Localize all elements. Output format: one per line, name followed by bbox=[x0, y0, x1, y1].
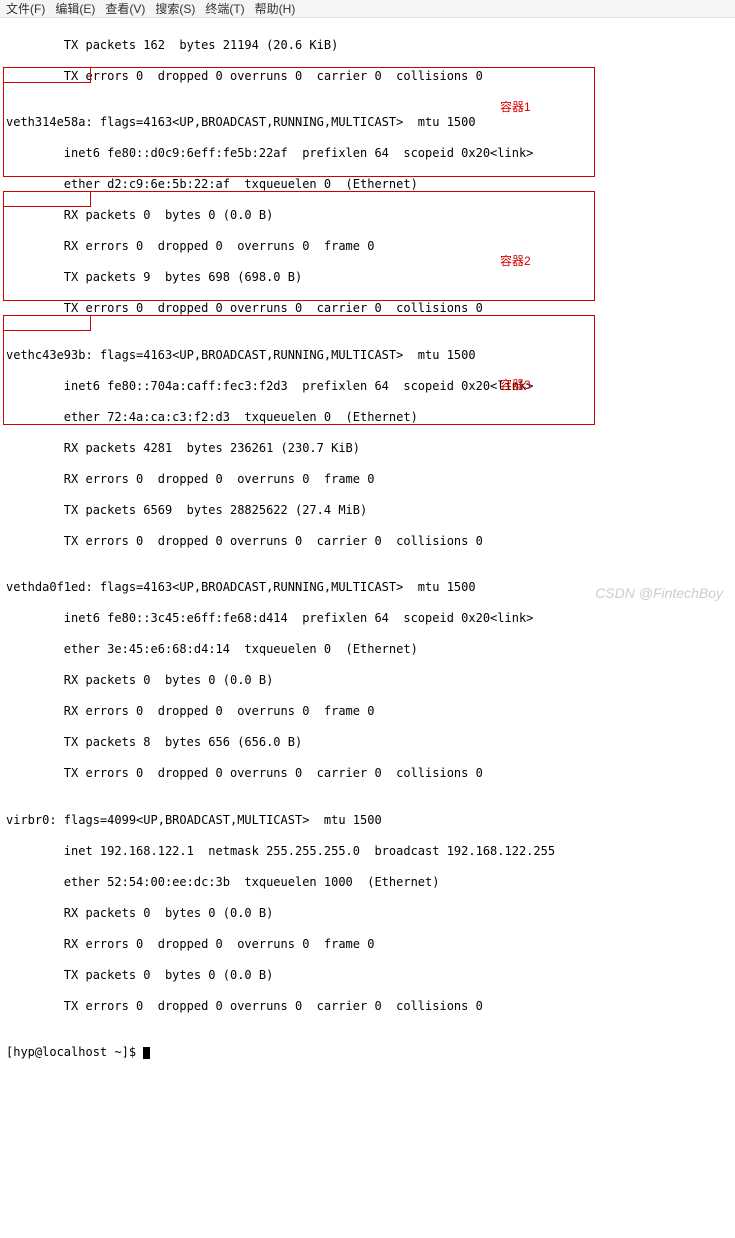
output-line: ether 3e:45:e6:68:d4:14 txqueuelen 0 (Et… bbox=[6, 642, 729, 658]
annotation-ifname-box-3 bbox=[3, 315, 91, 331]
annotation-box-3 bbox=[3, 315, 595, 425]
output-line: ether d2:c9:6e:5b:22:af txqueuelen 0 (Et… bbox=[6, 177, 729, 193]
annotation-label-2: 容器2 bbox=[500, 254, 531, 270]
output-line: RX errors 0 dropped 0 overruns 0 frame 0 bbox=[6, 239, 729, 255]
output-line: vethda0f1ed: flags=4163<UP,BROADCAST,RUN… bbox=[6, 580, 729, 596]
output-line: ether 72:4a:ca:c3:f2:d3 txqueuelen 0 (Et… bbox=[6, 410, 729, 426]
output-line: TX errors 0 dropped 0 overruns 0 carrier… bbox=[6, 999, 729, 1015]
output-line: ether 52:54:00:ee:dc:3b txqueuelen 1000 … bbox=[6, 875, 729, 891]
menu-search[interactable]: 搜索(S) bbox=[155, 0, 195, 17]
output-line: TX errors 0 dropped 0 overruns 0 carrier… bbox=[6, 534, 729, 550]
menu-help[interactable]: 帮助(H) bbox=[255, 0, 296, 17]
output-line: RX errors 0 dropped 0 overruns 0 frame 0 bbox=[6, 937, 729, 953]
output-line: virbr0: flags=4099<UP,BROADCAST,MULTICAS… bbox=[6, 813, 729, 829]
output-line: inet6 fe80::d0c9:6eff:fe5b:22af prefixle… bbox=[6, 146, 729, 162]
annotation-label-1: 容器1 bbox=[500, 100, 531, 116]
output-line: TX packets 9 bytes 698 (698.0 B) bbox=[6, 270, 729, 286]
output-line: RX packets 4281 bytes 236261 (230.7 KiB) bbox=[6, 441, 729, 457]
menu-view[interactable]: 查看(V) bbox=[105, 0, 145, 17]
output-line: RX packets 0 bytes 0 (0.0 B) bbox=[6, 208, 729, 224]
output-line: RX errors 0 dropped 0 overruns 0 frame 0 bbox=[6, 472, 729, 488]
output-line: inet6 fe80::704a:caff:fec3:f2d3 prefixle… bbox=[6, 379, 729, 395]
output-line: TX errors 0 dropped 0 overruns 0 carrier… bbox=[6, 301, 729, 317]
output-line: TX errors 0 dropped 0 overruns 0 carrier… bbox=[6, 766, 729, 782]
output-line: veth314e58a: flags=4163<UP,BROADCAST,RUN… bbox=[6, 115, 729, 131]
prompt-text: [hyp@localhost ~]$ bbox=[6, 1045, 143, 1059]
terminal-output[interactable]: TX packets 162 bytes 21194 (20.6 KiB) TX… bbox=[0, 18, 735, 1238]
output-line: TX packets 8 bytes 656 (656.0 B) bbox=[6, 735, 729, 751]
output-line: TX packets 162 bytes 21194 (20.6 KiB) bbox=[6, 38, 729, 54]
output-line: TX packets 0 bytes 0 (0.0 B) bbox=[6, 968, 729, 984]
cursor-icon bbox=[143, 1047, 150, 1059]
menu-file[interactable]: 文件(F) bbox=[6, 0, 45, 17]
output-line: RX errors 0 dropped 0 overruns 0 frame 0 bbox=[6, 704, 729, 720]
menu-terminal[interactable]: 终端(T) bbox=[205, 0, 244, 17]
output-line: TX errors 0 dropped 0 overruns 0 carrier… bbox=[6, 69, 729, 85]
annotation-label-3: 容器3 bbox=[500, 378, 531, 394]
output-line: TX packets 6569 bytes 28825622 (27.4 MiB… bbox=[6, 503, 729, 519]
annotation-ifname-box-2 bbox=[3, 191, 91, 207]
output-line: inet 192.168.122.1 netmask 255.255.255.0… bbox=[6, 844, 729, 860]
output-line: RX packets 0 bytes 0 (0.0 B) bbox=[6, 906, 729, 922]
menubar: 文件(F) 编辑(E) 查看(V) 搜索(S) 终端(T) 帮助(H) bbox=[0, 0, 735, 18]
menu-edit[interactable]: 编辑(E) bbox=[55, 0, 95, 17]
output-line: RX packets 0 bytes 0 (0.0 B) bbox=[6, 673, 729, 689]
output-line: vethc43e93b: flags=4163<UP,BROADCAST,RUN… bbox=[6, 348, 729, 364]
prompt-line[interactable]: [hyp@localhost ~]$ bbox=[6, 1045, 729, 1061]
